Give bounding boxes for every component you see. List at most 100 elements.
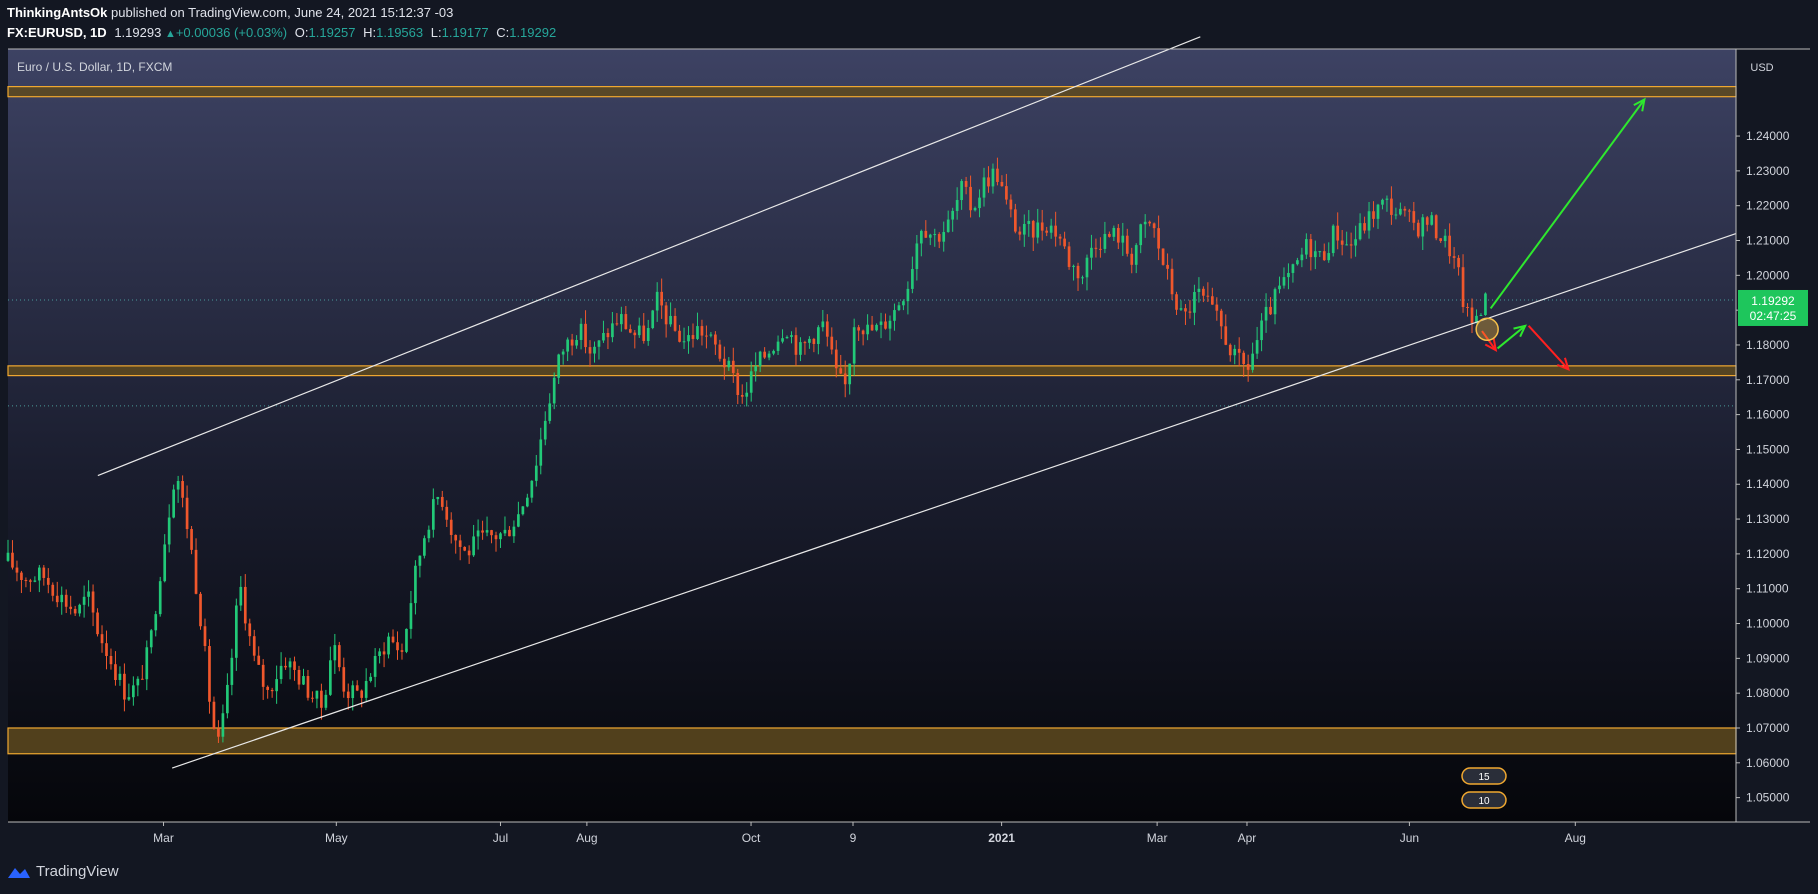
candle-body (767, 353, 771, 358)
candle-body (396, 642, 399, 651)
candle-body (78, 604, 81, 614)
y-tick-label: 1.08000 (1746, 686, 1790, 700)
price-chart[interactable]: 1.05000 1.06000 1.07000 1.08000 1.09000 1.100… (0, 0, 1818, 894)
candle-body (763, 351, 766, 358)
candle-body (1385, 198, 1389, 200)
candle-body (355, 685, 359, 691)
candle-body (570, 339, 574, 346)
candle-body (1233, 348, 1237, 356)
candle-body (239, 586, 243, 606)
event-badge-us-count: 15 (1478, 772, 1490, 783)
candle-body (1484, 293, 1487, 316)
brand-name[interactable]: TradingView (36, 863, 119, 880)
candle-body (114, 664, 117, 680)
candle-body (391, 636, 395, 643)
candle-body (705, 335, 708, 337)
candle-body (1197, 288, 1201, 293)
candle-body (1452, 256, 1456, 258)
candle-body (172, 489, 175, 518)
candle-body (1210, 296, 1214, 305)
candle-body (1224, 326, 1228, 345)
candle-body (109, 655, 113, 665)
candle-body (508, 529, 511, 537)
candle-body (252, 636, 256, 656)
candle-body (1318, 251, 1322, 253)
y-tick-label: 1.20000 (1746, 268, 1790, 282)
candle-body (548, 403, 552, 421)
y-tick-label: 1.09000 (1746, 651, 1790, 665)
candle-body (1045, 230, 1049, 233)
candle-body (879, 321, 883, 325)
x-tick-label: Aug (576, 831, 597, 845)
y-tick-label: 1.10000 (1746, 617, 1790, 631)
candle-body (346, 691, 350, 699)
candle-body (1416, 222, 1420, 237)
candle-body (1269, 306, 1272, 315)
candle-body (132, 685, 135, 698)
candle-body (1184, 308, 1187, 312)
candle-body (1390, 198, 1393, 215)
candle-body (991, 168, 995, 187)
candle-body (1099, 248, 1102, 250)
candle-body (1358, 223, 1362, 240)
candle-body (530, 480, 534, 498)
candle-body (660, 291, 663, 306)
candle-body (884, 321, 887, 329)
candle-body (1367, 211, 1371, 231)
candle-body (1278, 285, 1281, 290)
candle-body (158, 581, 162, 615)
candle-body (1394, 214, 1398, 216)
candle-body (1251, 353, 1254, 370)
candle-body (369, 676, 372, 681)
candle-body (1022, 223, 1026, 235)
candle-body (1443, 235, 1447, 242)
candle-body (969, 186, 972, 211)
candle-body (982, 177, 986, 198)
y-tick-label: 1.24000 (1746, 129, 1790, 143)
candle-body (1143, 221, 1147, 225)
y-tick-label: 1.06000 (1746, 756, 1790, 770)
y-tick-label: 1.12000 (1746, 547, 1790, 561)
candle-body (664, 305, 668, 325)
plot-background[interactable] (8, 49, 1736, 822)
candle-body (817, 327, 820, 344)
candle-body (1322, 251, 1326, 261)
candle-body (902, 301, 905, 306)
candle-body (1246, 364, 1250, 370)
candle-body (794, 335, 798, 355)
candle-body (145, 647, 149, 680)
candle-body (96, 612, 99, 635)
candle-body (709, 334, 713, 336)
candle-body (521, 506, 525, 515)
candle-body (1434, 215, 1438, 239)
candle-body (566, 339, 569, 352)
candle-body (118, 673, 122, 680)
y-tick-label: 1.21000 (1746, 234, 1790, 248)
candle-body (1470, 307, 1474, 324)
candle-body (476, 530, 480, 537)
candle-body (776, 341, 780, 351)
candle-body (673, 315, 677, 331)
candle-body (1179, 308, 1183, 310)
candle-body (1260, 320, 1263, 341)
candle-body (154, 614, 158, 631)
candle-body (342, 667, 346, 692)
candle-body (423, 538, 426, 556)
candle-body (857, 327, 860, 331)
candle-body (830, 336, 834, 350)
candle-body (302, 676, 305, 685)
candle-body (29, 580, 32, 582)
candle-body (1430, 215, 1434, 225)
candle-body (221, 713, 225, 737)
candle-body (405, 628, 408, 652)
currency-label: USD (1750, 62, 1773, 74)
candle-body (1054, 225, 1057, 237)
candle-body (1327, 253, 1331, 261)
candle-body (1040, 222, 1044, 231)
candle-body (1206, 295, 1210, 297)
candle-body (100, 634, 104, 644)
candle-body (731, 360, 735, 374)
candle-body (1139, 224, 1143, 246)
tradingview-logo-icon[interactable] (7, 865, 31, 879)
candle-body (1125, 235, 1129, 254)
